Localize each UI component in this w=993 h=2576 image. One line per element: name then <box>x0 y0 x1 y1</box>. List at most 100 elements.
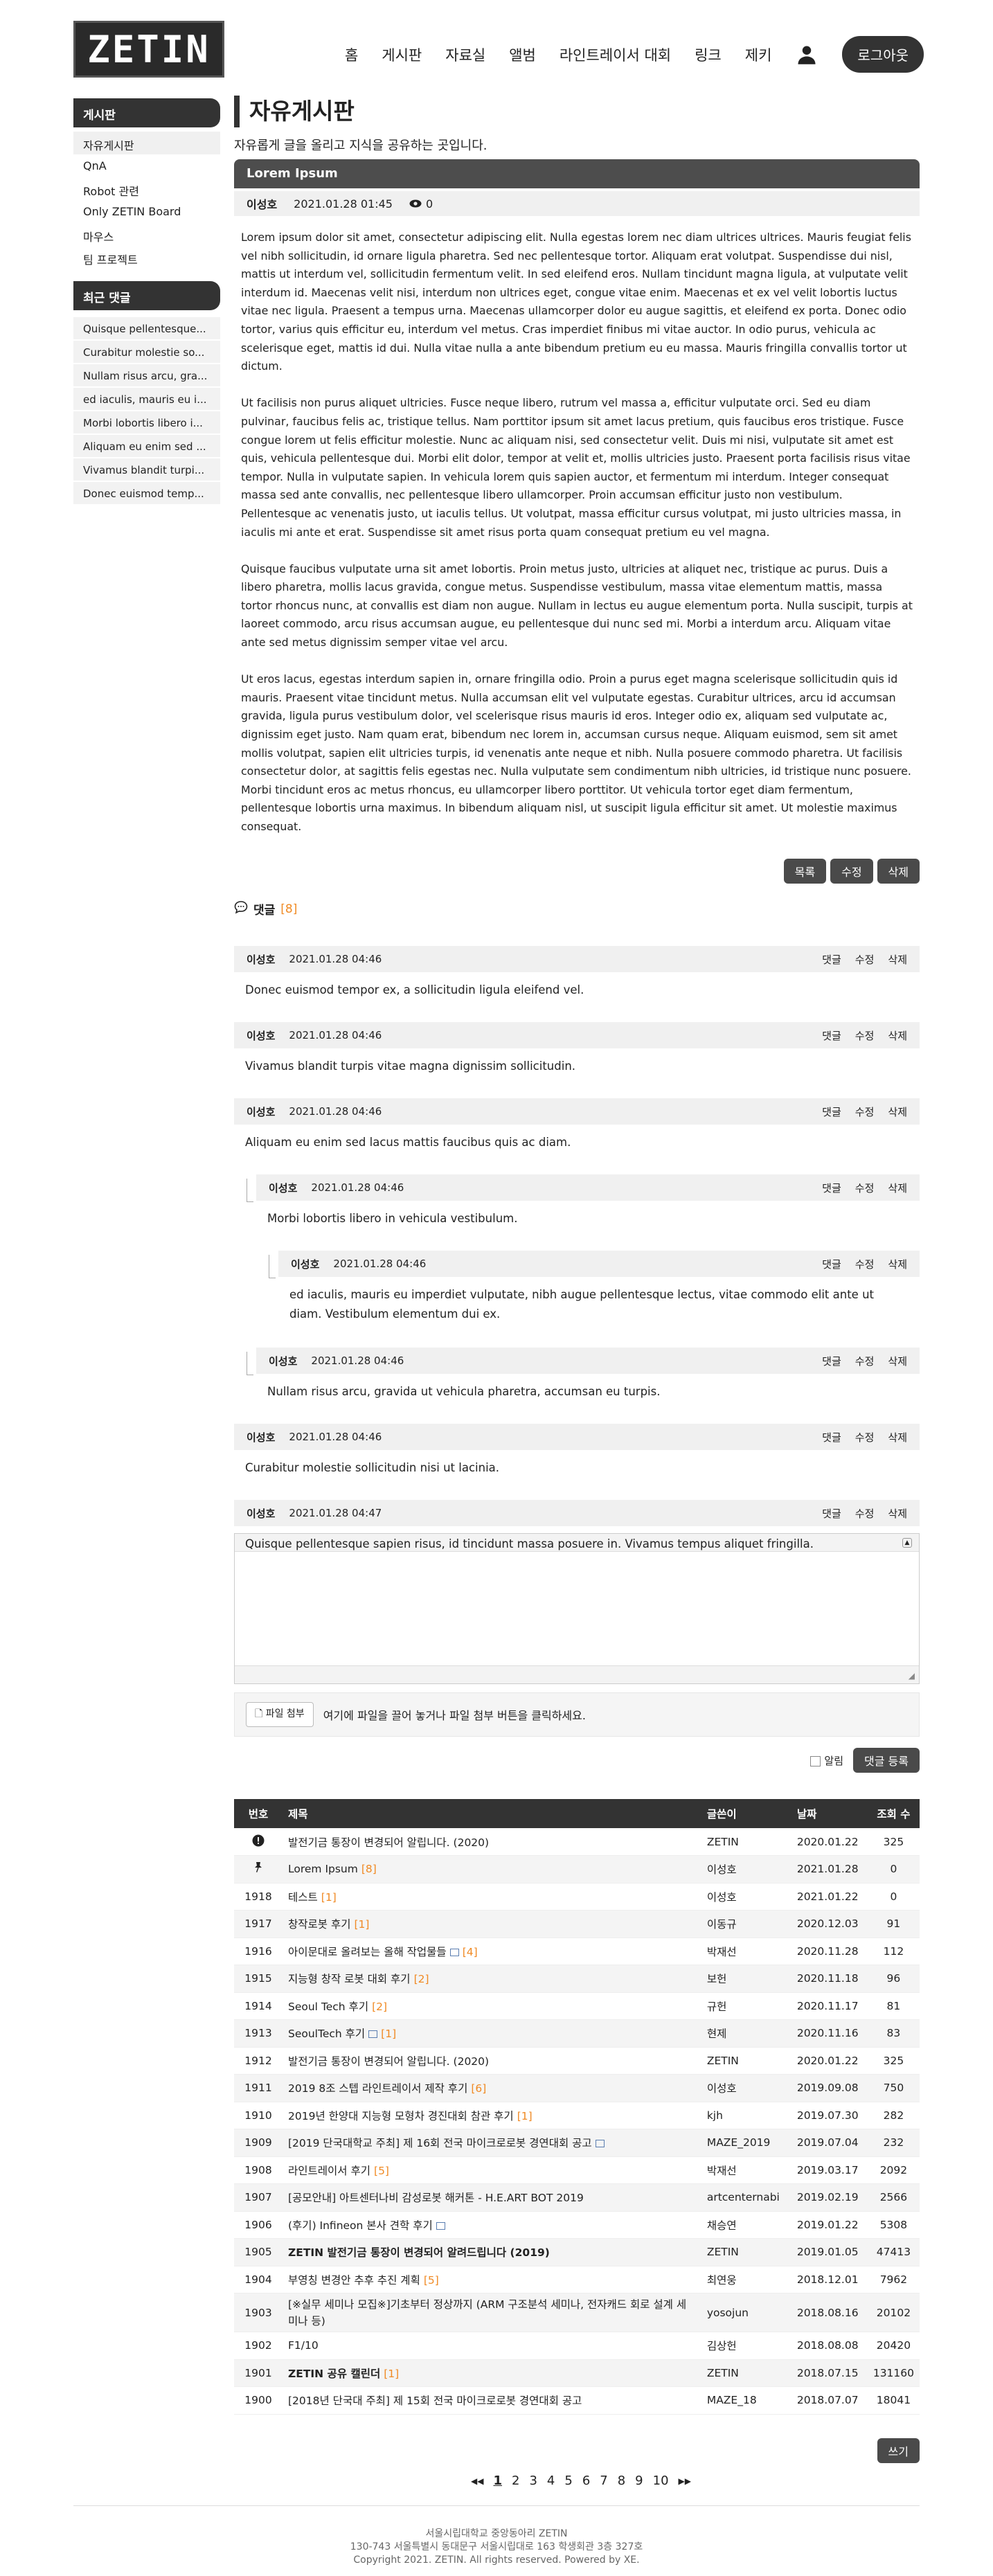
reply-comment-button[interactable]: 댓글 <box>822 1354 841 1368</box>
table-row[interactable]: 1906 (후기) Infineon 본사 견학 후기 채승연 2019.01.22 5… <box>234 2211 920 2239</box>
delete-comment-button[interactable]: 삭제 <box>888 952 907 967</box>
row-title-link[interactable]: ZETIN 발전기금 통장이 변경되어 알려드립니다 (2019) <box>288 2246 550 2259</box>
reply-comment-button[interactable]: 댓글 <box>822 1028 841 1043</box>
site-logo[interactable]: ZETIN <box>73 21 224 78</box>
delete-comment-button[interactable]: 삭제 <box>888 1506 907 1521</box>
comment-author[interactable]: 이성호 <box>247 952 275 967</box>
comment-author[interactable]: 이성호 <box>269 1181 297 1195</box>
resize-handle-icon[interactable]: ◢ <box>909 1671 915 1681</box>
col-date[interactable]: 날짜 <box>791 1799 868 1828</box>
edit-comment-button[interactable]: 수정 <box>855 1028 875 1043</box>
row-title-link[interactable]: [공모안내] 아트센터나비 감성로봇 해커톤 - H.E.ART BOT 201… <box>288 2192 584 2204</box>
row-author[interactable]: 김상헌 <box>701 2332 791 2360</box>
post-author[interactable]: 이성호 <box>247 195 277 212</box>
row-comment-count[interactable]: [8] <box>361 1863 377 1875</box>
row-author[interactable]: MAZE_18 <box>701 2386 791 2415</box>
editor-resize-bar[interactable]: ◢ <box>235 1665 919 1683</box>
row-author[interactable]: 이성호 <box>701 2074 791 2102</box>
recent-comment-item[interactable]: Quisque pellentesque... <box>73 317 220 339</box>
reply-comment-button[interactable]: 댓글 <box>822 1506 841 1521</box>
row-comment-count[interactable]: [6] <box>471 2082 486 2095</box>
row-title-link[interactable]: SeoulTech 후기 <box>288 2028 365 2040</box>
row-comment-count[interactable]: [2] <box>372 2001 387 2013</box>
table-row[interactable]: 1917 창작로봇 후기 [1] 이동규 2020.12.03 91 <box>234 1910 920 1938</box>
recent-comment-item[interactable]: Nullam risus arcu, gra... <box>73 364 220 386</box>
row-author[interactable]: 규헌 <box>701 1992 791 2020</box>
table-row[interactable]: 1912 발전기금 통장이 변경되어 알립니다. (2020) ZETIN 2020.… <box>234 2047 920 2075</box>
row-author[interactable]: MAZE_2019 <box>701 2129 791 2157</box>
row-author[interactable]: 채승연 <box>701 2211 791 2239</box>
row-title-link[interactable]: ZETIN 공유 캘린더 <box>288 2368 380 2380</box>
user-icon[interactable] <box>795 43 818 66</box>
row-title-link[interactable]: 부영칭 변경안 추후 추진 계획 <box>288 2274 420 2287</box>
delete-comment-button[interactable]: 삭제 <box>888 1354 907 1368</box>
table-row[interactable]: 1907 [공모안내] 아트센터나비 감성로봇 해커톤 - H.E.ART BOT… <box>234 2183 920 2212</box>
table-row[interactable]: 1909 [2019 단국대학교 주최] 제 16회 전국 마이크로로봇 경연대회… <box>234 2129 920 2157</box>
row-comment-count[interactable]: [5] <box>374 2165 389 2177</box>
col-views[interactable]: 조회 수 <box>867 1799 920 1828</box>
recent-comment-item[interactable]: Vivamus blandit turpi... <box>73 458 220 481</box>
row-title-link[interactable]: 2019년 한양대 지능형 모형차 경진대회 참관 후기 <box>288 2110 514 2122</box>
row-title-link[interactable]: 테스트 <box>288 1891 318 1904</box>
table-row[interactable]: 1908 라인트레이서 후기 [5] 박재선 2019.03.17 2092 <box>234 2156 920 2184</box>
row-title-link[interactable]: F1/10 <box>288 2339 319 2352</box>
page-link[interactable]: 9 <box>635 2474 643 2488</box>
row-author[interactable]: ZETIN <box>701 2359 791 2387</box>
table-row[interactable]: 1904 부영칭 변경안 추후 추진 계획 [5] 최연웅 2018.12.01 7962 <box>234 2266 920 2293</box>
row-title-link[interactable]: 아이문대로 올려보는 올해 작업물들 <box>288 1946 447 1958</box>
table-row[interactable]: 1910 2019년 한양대 지능형 모형차 경진대회 참관 후기 [1] kjh 20… <box>234 2102 920 2129</box>
row-author[interactable]: kjh <box>701 2102 791 2129</box>
delete-comment-button[interactable]: 삭제 <box>888 1430 907 1444</box>
sidebar-item-mouse[interactable]: 마우스 <box>73 223 220 246</box>
reply-comment-button[interactable]: 댓글 <box>822 952 841 967</box>
table-row[interactable]: 발전기금 통장이 변경되어 알립니다. (2020) ZETIN 2020.01.2… <box>234 1828 920 1856</box>
row-author[interactable]: 현제 <box>701 2019 791 2048</box>
delete-comment-button[interactable]: 삭제 <box>888 1181 907 1195</box>
page-link[interactable]: 5 <box>564 2474 572 2488</box>
logout-button[interactable]: 로그아웃 <box>842 36 924 73</box>
sidebar-item-zetin-board[interactable]: Only ZETIN Board <box>73 200 220 223</box>
sidebar-item-robot[interactable]: Robot 관련 <box>73 177 220 200</box>
row-title-link[interactable]: [※실무 세미나 모집※]기초부터 정상까지 (ARM 구조분석 세미나, 전자… <box>288 2298 686 2327</box>
edit-comment-button[interactable]: 수정 <box>855 1430 875 1444</box>
row-comment-count[interactable]: [2] <box>414 1973 429 1985</box>
table-row[interactable]: 1911 2019 8조 스텝 라인트레이서 제작 후기 [6] 이성호 2019.09… <box>234 2074 920 2102</box>
row-author[interactable]: ZETIN <box>701 2238 791 2266</box>
edit-post-button[interactable]: 수정 <box>830 859 873 884</box>
table-row[interactable]: 1913 SeoulTech 후기 [1] 현제 2020.11.16 83 <box>234 2019 920 2048</box>
row-title-link[interactable]: 창작로봇 후기 <box>288 1918 351 1931</box>
page-link[interactable]: 8 <box>618 2474 625 2488</box>
row-author[interactable]: artcenternabi <box>701 2183 791 2212</box>
sidebar-item-qna[interactable]: QnA <box>73 154 220 177</box>
nav-archive[interactable]: 자료실 <box>445 44 485 65</box>
sidebar-item-free-board[interactable]: 자유게시판 <box>73 132 220 154</box>
table-row[interactable]: 1918 테스트 [1] 이성호 2021.01.22 0 <box>234 1883 920 1911</box>
submit-comment-button[interactable]: 댓글 등록 <box>853 1748 920 1773</box>
row-comment-count[interactable]: [1] <box>384 2368 399 2380</box>
edit-comment-button[interactable]: 수정 <box>855 1257 875 1271</box>
attach-file-button[interactable]: 🗋 파일 첨부 <box>246 1702 314 1727</box>
edit-comment-button[interactable]: 수정 <box>855 1506 875 1521</box>
row-author[interactable]: ZETIN <box>701 1828 791 1856</box>
row-comment-count[interactable]: [1] <box>355 1918 370 1931</box>
page-link[interactable]: 7 <box>600 2474 607 2488</box>
row-author[interactable]: 박재선 <box>701 1938 791 1965</box>
edit-comment-button[interactable]: 수정 <box>855 952 875 967</box>
comment-author[interactable]: 이성호 <box>247 1028 275 1043</box>
row-title-link[interactable]: 2019 8조 스텝 라인트레이서 제작 후기 <box>288 2082 467 2095</box>
page-link[interactable]: 1 <box>493 2474 502 2488</box>
comment-author[interactable]: 이성호 <box>247 1430 275 1444</box>
row-author[interactable]: 이성호 <box>701 1883 791 1911</box>
edit-comment-button[interactable]: 수정 <box>855 1354 875 1368</box>
delete-comment-button[interactable]: 삭제 <box>888 1104 907 1119</box>
reply-comment-button[interactable]: 댓글 <box>822 1181 841 1195</box>
table-row[interactable]: 1900 [2018년 단국대 주최] 제 15회 전국 마이크로로봇 경연대회 … <box>234 2386 920 2415</box>
delete-comment-button[interactable]: 삭제 <box>888 1257 907 1271</box>
page-link[interactable]: 3 <box>529 2474 537 2488</box>
recent-comment-item[interactable]: Curabitur molestie so... <box>73 341 220 363</box>
reply-comment-button[interactable]: 댓글 <box>822 1430 841 1444</box>
table-row[interactable]: 1901 ZETIN 공유 캘린더 [1] ZETIN 2018.07.15 131160 <box>234 2359 920 2387</box>
delete-post-button[interactable]: 삭제 <box>877 859 920 884</box>
recent-comment-item[interactable]: Donec euismod temp... <box>73 482 220 504</box>
row-comment-count[interactable]: [1] <box>517 2110 533 2122</box>
